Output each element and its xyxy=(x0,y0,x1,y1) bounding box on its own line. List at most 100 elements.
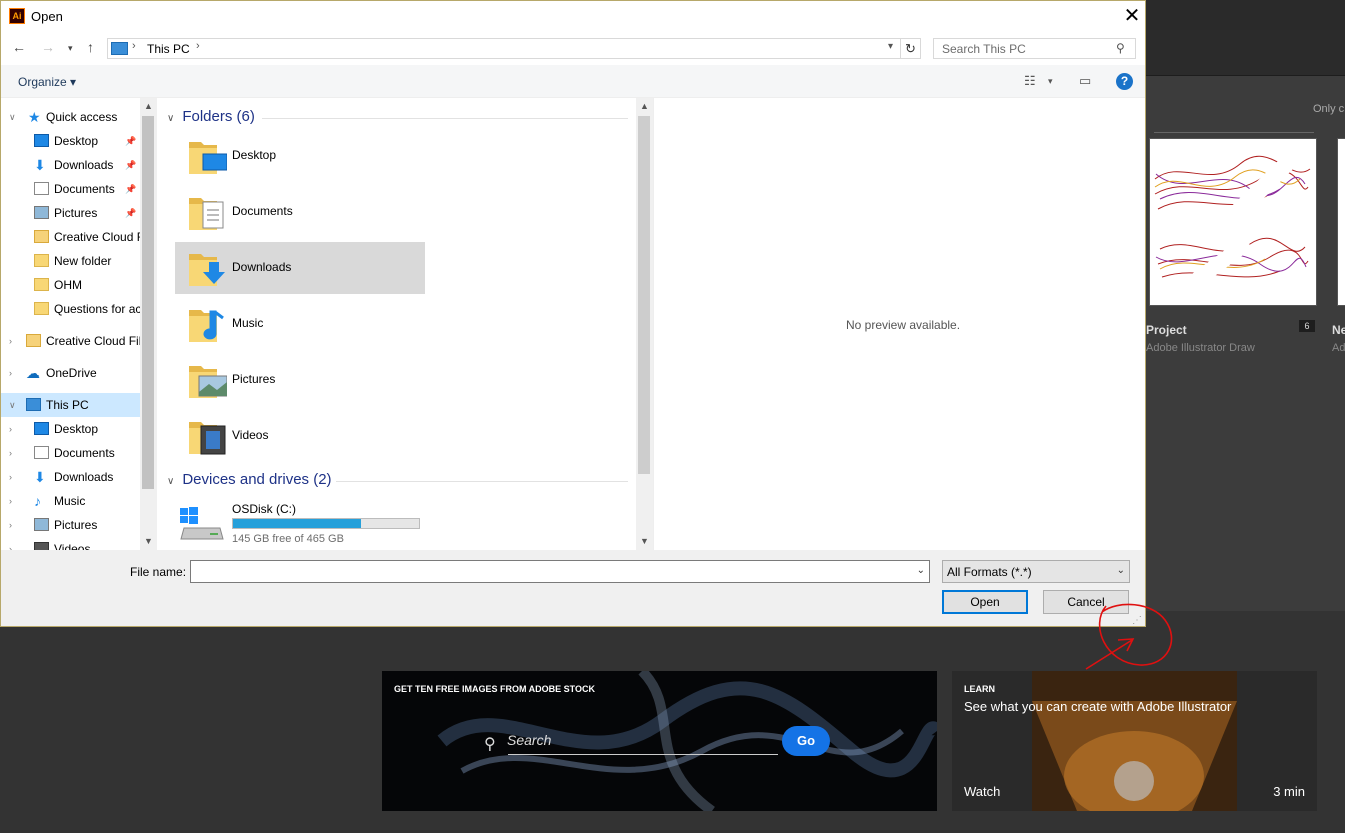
nav-item-videos[interactable]: › Videos xyxy=(1,537,140,550)
pin-icon[interactable]: 📌 xyxy=(125,177,136,201)
stock-search-input[interactable]: Search xyxy=(507,732,551,748)
chevron-down-icon[interactable]: ∨ xyxy=(9,105,16,129)
scroll-up-icon[interactable]: ▲ xyxy=(640,101,649,111)
nav-item-creative-cloud-fil[interactable]: › Creative Cloud Fil xyxy=(1,329,141,353)
nav-item-label: Desktop xyxy=(54,422,99,436)
chevron-down-icon[interactable]: ▾ xyxy=(1048,76,1053,87)
chevron-down-icon[interactable]: ▾ xyxy=(888,41,893,52)
scrollbar-thumb[interactable] xyxy=(142,116,154,489)
chevron-right-icon[interactable]: › xyxy=(9,513,12,537)
nav-item-music[interactable]: › ♪ Music xyxy=(1,489,140,513)
nav-item-label: Questions for ac xyxy=(54,302,142,316)
windows-drive-icon xyxy=(180,507,224,540)
chevron-right-icon[interactable]: › xyxy=(9,441,12,465)
search-input[interactable]: Search This PC ⚲ xyxy=(933,38,1136,59)
folder-pictures[interactable]: Pictures xyxy=(175,354,425,406)
address-bar[interactable]: › This PC › ▾ xyxy=(107,38,901,59)
learn-heading: LEARN xyxy=(964,684,995,694)
chevron-down-icon[interactable]: ⌄ xyxy=(917,565,925,576)
nav-item-onedrive[interactable]: › ☁ OneDrive xyxy=(1,361,140,385)
dialog-titlebar[interactable]: Ai Open ✕ xyxy=(1,1,1145,32)
nav-item-downloads[interactable]: ⬇ Downloads 📌 xyxy=(1,153,140,177)
file-list-pane[interactable]: ∨ Folders (6) ∨ Devices and drives (2) OSD… xyxy=(158,98,636,550)
watch-label[interactable]: Watch xyxy=(964,784,1000,799)
nav-item-desktop[interactable]: Desktop 📌 xyxy=(1,129,140,153)
nav-item-ohm[interactable]: OHM xyxy=(1,273,140,297)
chevron-right-icon[interactable]: › xyxy=(9,361,12,385)
project-title-2[interactable]: Ne xyxy=(1332,323,1345,337)
navigation-pane[interactable]: ∨ ★ Quick access Desktop 📌 ⬇ Downloads 📌 Documen… xyxy=(1,98,156,550)
project-title[interactable]: Project xyxy=(1146,323,1187,337)
music-icon: ♪ xyxy=(34,493,41,509)
folder-music[interactable]: Music xyxy=(175,298,425,350)
drives-group-header[interactable]: ∨ Devices and drives (2) xyxy=(167,471,332,488)
file-name-input[interactable]: ⌄ xyxy=(190,560,930,583)
nav-item-desktop[interactable]: › Desktop xyxy=(1,417,140,441)
nav-item-downloads[interactable]: › ⬇ Downloads xyxy=(1,465,140,489)
chevron-right-icon[interactable]: › xyxy=(9,417,12,441)
nav-item-this-pc[interactable]: ∨ This PC xyxy=(1,393,140,417)
preview-pane-icon[interactable]: ▭ xyxy=(1079,73,1091,89)
view-options-icon[interactable]: ☷ xyxy=(1024,73,1036,89)
pin-icon[interactable]: 📌 xyxy=(125,153,136,177)
learn-title[interactable]: See what you can create with Adobe Illus… xyxy=(964,699,1231,714)
downloads-folder-icon xyxy=(189,254,225,286)
chevron-right-icon[interactable]: › xyxy=(9,465,12,489)
help-icon[interactable]: ? xyxy=(1116,73,1133,90)
project-thumbnail[interactable] xyxy=(1149,138,1317,306)
navigation-pane-scrollbar[interactable]: ▲ ▼ xyxy=(140,98,157,550)
nav-item-pictures[interactable]: › Pictures xyxy=(1,513,140,537)
scroll-down-icon[interactable]: ▼ xyxy=(144,536,153,546)
nav-item-questions-for-ac[interactable]: Questions for ac xyxy=(1,297,142,321)
forward-arrow-icon[interactable]: → xyxy=(41,39,55,55)
pin-icon[interactable]: 📌 xyxy=(125,201,136,225)
nav-item-new-folder[interactable]: New folder xyxy=(1,249,140,273)
resize-grip-icon[interactable]: ⋰ xyxy=(1132,615,1142,626)
pin-icon[interactable]: 📌 xyxy=(125,129,136,153)
breadcrumb-this-pc[interactable]: This PC xyxy=(147,42,190,56)
folders-group-header[interactable]: ∨ Folders (6) xyxy=(167,108,255,125)
chevron-right-icon[interactable]: › xyxy=(9,537,12,550)
folder-downloads[interactable]: Downloads xyxy=(175,242,425,294)
nav-item-quick-access[interactable]: ∨ ★ Quick access xyxy=(1,105,140,129)
file-format-value: All Formats (*.*) xyxy=(947,565,1032,579)
scrollbar-thumb[interactable] xyxy=(638,116,650,474)
nav-item-pictures[interactable]: Pictures 📌 xyxy=(1,201,140,225)
videos-folder-icon xyxy=(189,422,226,455)
adobe-stock-promo[interactable]: GET TEN FREE IMAGES FROM ADOBE STOCK ⚲ S… xyxy=(382,671,937,811)
refresh-icon[interactable]: ↻ xyxy=(900,38,921,59)
up-arrow-icon[interactable]: ↑ xyxy=(87,39,94,55)
cancel-button[interactable]: Cancel xyxy=(1043,590,1129,614)
folder-documents[interactable]: Documents xyxy=(175,186,425,238)
chevron-right-icon[interactable]: › xyxy=(9,489,12,513)
learn-promo[interactable]: LEARN See what you can create with Adobe… xyxy=(952,671,1317,811)
folder-label: Videos xyxy=(232,428,269,442)
desktop-icon xyxy=(34,134,49,147)
back-arrow-icon[interactable]: ← xyxy=(12,39,26,55)
scroll-down-icon[interactable]: ▼ xyxy=(640,536,649,546)
open-button[interactable]: Open xyxy=(942,590,1028,614)
recent-locations-chevron-icon[interactable]: ▾ xyxy=(68,43,73,54)
file-format-select[interactable]: All Formats (*.*) ⌄ xyxy=(942,560,1130,583)
chevron-down-icon[interactable]: ∨ xyxy=(9,393,16,417)
folder-desktop[interactable]: Desktop xyxy=(175,130,425,182)
project-thumbnail-2[interactable] xyxy=(1337,138,1345,306)
organize-menu-button[interactable]: Organize ▾ xyxy=(18,75,76,89)
breadcrumb-chevron-icon[interactable]: › xyxy=(196,40,200,52)
stock-go-button[interactable]: Go xyxy=(782,726,830,756)
scroll-up-icon[interactable]: ▲ xyxy=(144,101,153,111)
close-icon[interactable]: ✕ xyxy=(1119,3,1145,29)
drive-osdisk-c[interactable]: OSDisk (C:) 145 GB free of 465 GB xyxy=(175,500,435,546)
filter-label[interactable]: Only c xyxy=(1313,103,1344,115)
folder-videos[interactable]: Videos xyxy=(175,410,425,462)
drive-usage-fill xyxy=(233,519,362,528)
file-list-scrollbar[interactable]: ▲ ▼ xyxy=(636,98,653,550)
nav-item-documents[interactable]: › Documents xyxy=(1,441,140,465)
document-icon xyxy=(34,446,49,459)
nav-item-label: Documents xyxy=(54,182,115,196)
chevron-right-icon[interactable]: › xyxy=(9,329,12,353)
scribble-artwork-icon xyxy=(1154,156,1311,287)
nav-item-documents[interactable]: Documents 📌 xyxy=(1,177,140,201)
breadcrumb-chevron-icon[interactable]: › xyxy=(132,40,136,52)
nav-item-creative-cloud-f[interactable]: Creative Cloud F xyxy=(1,225,144,249)
